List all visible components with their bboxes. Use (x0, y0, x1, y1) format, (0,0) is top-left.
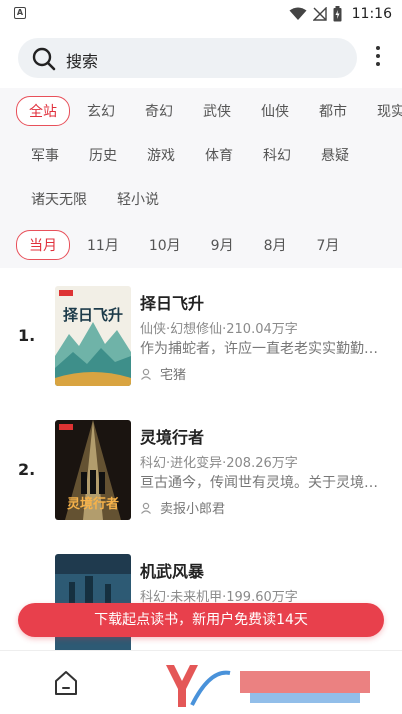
category-row-2: 军事 历史 游戏 体育 科幻 悬疑 (18, 140, 366, 170)
status-bar: A 11:16 (0, 0, 402, 28)
month-chip[interactable]: 10月 (136, 230, 194, 260)
category-row-1: 全站 玄幻 奇幻 武侠 仙侠 都市 现实 (16, 96, 402, 126)
search-row: 搜索 (0, 34, 402, 82)
book-author: 卖报小郎君 (160, 502, 226, 517)
home-icon[interactable] (52, 669, 80, 697)
book-description: 亘古通今，传闻世有灵境。关于灵境的传说 (140, 475, 388, 491)
more-menu-icon[interactable] (374, 46, 382, 70)
book-title: 机武风暴 (140, 562, 205, 581)
rank-number: 2. (18, 460, 36, 479)
month-chip[interactable]: 11月 (74, 230, 132, 260)
search-placeholder: 搜索 (66, 52, 99, 71)
book-title: 灵境行者 (140, 428, 205, 447)
category-chip[interactable]: 奇幻 (132, 96, 186, 126)
clock: 11:16 (351, 6, 392, 22)
month-row: 当月 11月 10月 9月 8月 7月 (16, 230, 356, 260)
month-chip[interactable]: 7月 (304, 230, 353, 260)
category-chip-all[interactable]: 全站 (16, 96, 70, 126)
book-meta: 仙侠·幻想修仙·210.04万字 (140, 322, 298, 337)
watermark-logo-icon (166, 665, 370, 707)
book-cover: 择日飞升 (55, 286, 131, 386)
category-chip[interactable]: 体育 (192, 140, 246, 170)
category-chip[interactable]: 都市 (306, 96, 360, 126)
category-chip[interactable]: 诸天无限 (18, 184, 100, 214)
category-chip[interactable]: 军事 (18, 140, 72, 170)
author-icon (141, 368, 151, 380)
rank-number: 1. (18, 326, 36, 345)
month-chip-current[interactable]: 当月 (16, 230, 70, 260)
book-description: 作为捕蛇者，许应一直老老实实勤勤恳恳 (140, 341, 388, 357)
filter-panel: 全站 玄幻 奇幻 武侠 仙侠 都市 现实 军事 历史 游戏 体育 科幻 悬疑 诸… (0, 88, 402, 268)
category-chip[interactable]: 武侠 (190, 96, 244, 126)
download-app-banner[interactable]: 下载起点读书，新用户免费读14天 (18, 603, 384, 637)
status-icons: 11:16 (289, 4, 392, 24)
book-cover: 灵境行者 (55, 420, 131, 520)
author-icon (141, 502, 151, 514)
month-chip[interactable]: 8月 (251, 230, 300, 260)
book-author-row: 卖报小郎君 (140, 498, 225, 517)
cover-title: 择日飞升 (63, 306, 123, 324)
book-author-row: 宅猪 (140, 364, 186, 383)
search-icon (32, 47, 56, 71)
category-row-3: 诸天无限 轻小说 (18, 184, 176, 214)
no-signal-icon (312, 7, 327, 21)
battery-icon (333, 6, 342, 22)
notification-a-icon: A (14, 7, 26, 19)
wifi-icon (289, 7, 307, 20)
bottom-nav (0, 650, 402, 714)
book-item[interactable]: 2. 灵境行者 灵境行者 科幻·进化变异·208.26万字 亘古通今，传闻世有灵… (0, 420, 402, 530)
category-chip[interactable]: 轻小说 (104, 184, 172, 214)
category-chip[interactable]: 悬疑 (308, 140, 362, 170)
search-input[interactable]: 搜索 (18, 38, 357, 78)
category-chip[interactable]: 游戏 (134, 140, 188, 170)
book-item[interactable]: 1. 择日飞升 择日飞升 仙侠·幻想修仙·210.04万字 作为捕蛇者，许应一直… (0, 286, 402, 396)
ranking-list: 1. 择日飞升 择日飞升 仙侠·幻想修仙·210.04万字 作为捕蛇者，许应一直… (0, 268, 402, 652)
category-chip[interactable]: 玄幻 (74, 96, 128, 126)
category-chip[interactable]: 仙侠 (248, 96, 302, 126)
category-chip[interactable]: 历史 (76, 140, 130, 170)
category-chip[interactable]: 现实 (364, 96, 402, 126)
book-author: 宅猪 (160, 368, 187, 383)
book-title: 择日飞升 (140, 294, 205, 313)
month-chip[interactable]: 9月 (198, 230, 247, 260)
category-chip[interactable]: 科幻 (250, 140, 304, 170)
cover-title: 灵境行者 (67, 496, 119, 512)
book-meta: 科幻·进化变异·208.26万字 (140, 456, 298, 471)
